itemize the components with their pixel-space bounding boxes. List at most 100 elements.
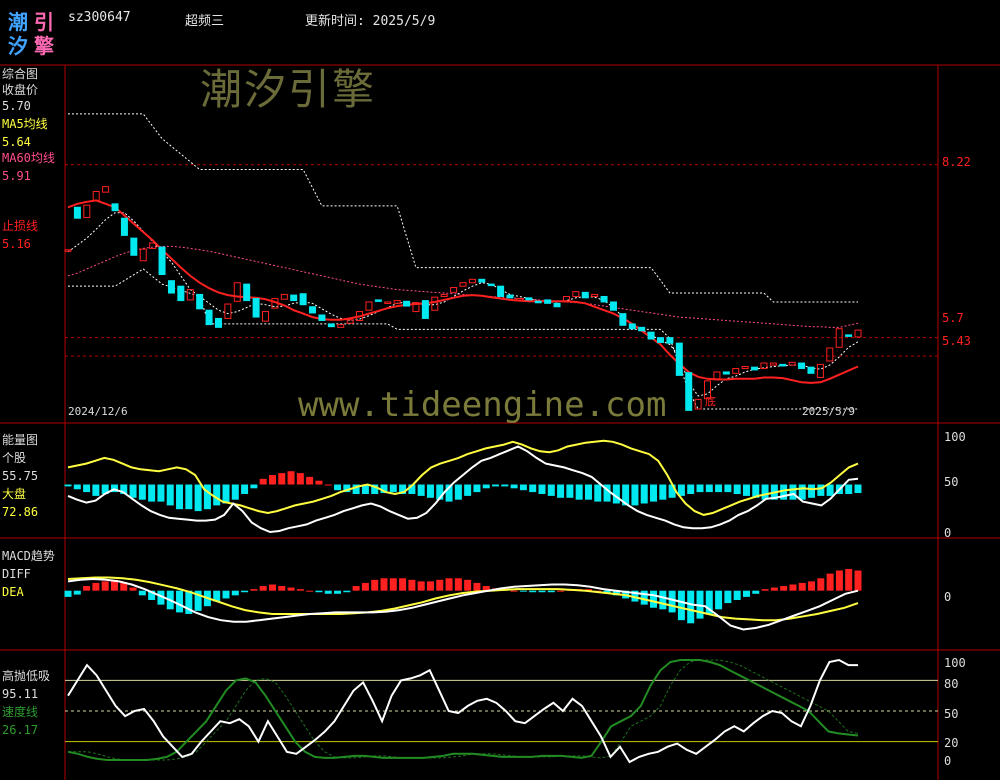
- logo-char: 擎: [34, 34, 54, 58]
- stock-symbol: sz300647: [68, 10, 131, 25]
- macd-bar: [761, 589, 769, 591]
- watermark-cn: 潮汐引擎: [200, 65, 377, 114]
- candle: [741, 365, 749, 370]
- candle: [73, 206, 81, 219]
- macd-bar: [389, 578, 397, 591]
- energy-bar: [547, 484, 555, 496]
- energy-bar: [426, 484, 434, 498]
- energy-bar: [724, 484, 732, 493]
- macd-bar: [519, 590, 527, 592]
- macd-bar: [464, 579, 472, 591]
- candle: [534, 300, 542, 304]
- candle: [798, 362, 806, 370]
- energy-bar: [268, 475, 276, 485]
- macd-bar: [371, 579, 379, 591]
- date-start: 2024/12/6: [68, 405, 128, 418]
- market-label: 大盘: [2, 487, 27, 501]
- macd-bar: [408, 579, 416, 591]
- candle: [374, 299, 382, 302]
- candle: [591, 293, 599, 297]
- candle: [478, 278, 486, 283]
- candle: [130, 237, 138, 256]
- osc-title: 高抛低吸: [2, 669, 51, 683]
- candle: [675, 342, 683, 376]
- energy-bar: [826, 484, 834, 496]
- candle: [365, 301, 373, 311]
- energy-bar: [854, 484, 862, 494]
- macd-bar: [138, 590, 146, 596]
- macd-bar: [798, 582, 806, 591]
- osc-tick: 80: [944, 677, 959, 691]
- candle: [92, 190, 100, 201]
- macd-bar: [817, 578, 825, 591]
- macd-bar: [250, 589, 258, 591]
- candle: [290, 294, 298, 302]
- macd-bar: [538, 590, 546, 593]
- macd-bar: [770, 587, 778, 591]
- energy-bar: [473, 484, 481, 493]
- candle: [506, 294, 514, 299]
- candle: [403, 300, 411, 307]
- energy-bar: [808, 484, 816, 498]
- stock-value: 55.75: [2, 469, 39, 483]
- energy-tick: 100: [944, 430, 966, 444]
- energy-bar: [157, 484, 165, 502]
- macd-bar: [361, 582, 369, 591]
- energy-bar: [510, 484, 518, 489]
- stop-label: 止损线: [2, 219, 39, 233]
- macd-bar: [752, 590, 760, 594]
- candle: [111, 203, 119, 212]
- candle: [544, 299, 552, 304]
- candle: [243, 283, 251, 302]
- macd-bar: [808, 581, 816, 591]
- macd-bar: [343, 590, 351, 593]
- macd-bar: [334, 590, 342, 594]
- energy-bar: [287, 471, 295, 485]
- stock-label: 个股: [2, 451, 27, 465]
- macd-bar: [436, 579, 444, 591]
- energy-bar: [519, 484, 527, 491]
- energy-bar: [584, 484, 592, 500]
- macd-bar: [650, 590, 658, 608]
- macd-bar: [854, 570, 862, 591]
- candle: [600, 295, 608, 303]
- candle: [186, 289, 194, 301]
- energy-bar: [176, 484, 184, 510]
- energy-bar: [278, 473, 286, 485]
- candle: [647, 331, 655, 340]
- candle: [854, 329, 862, 338]
- energy-bar: [454, 484, 462, 500]
- stop-value: 5.16: [2, 237, 31, 251]
- macd-bar: [835, 570, 843, 591]
- candle: [440, 293, 448, 297]
- macd-bar: [73, 590, 81, 595]
- energy-bar: [185, 484, 193, 510]
- macd-bar: [64, 590, 72, 597]
- close-value: 5.70: [2, 99, 31, 113]
- macd-bar: [445, 578, 453, 591]
- macd-bar: [287, 587, 295, 591]
- macd-bar: [417, 581, 425, 591]
- energy-bar: [798, 484, 806, 500]
- macd-bar: [296, 589, 304, 591]
- energy-bar: [129, 484, 137, 498]
- candle: [421, 300, 429, 319]
- energy-panel: [64, 439, 862, 534]
- energy-bar: [241, 484, 249, 494]
- energy-bar: [92, 484, 100, 496]
- update-time: 更新时间: 2025/5/9: [305, 14, 436, 29]
- macd-bar: [659, 590, 667, 610]
- osc-tick: 50: [944, 707, 959, 721]
- speed-value: 26.17: [2, 723, 39, 737]
- candle: [685, 372, 693, 411]
- diff-label: DIFF: [2, 567, 31, 581]
- energy-bar: [250, 484, 258, 489]
- macd-bar: [129, 587, 137, 591]
- macd-bar: [278, 586, 286, 591]
- candle: [139, 248, 147, 262]
- candle: [102, 186, 110, 193]
- energy-bar: [482, 484, 490, 489]
- indicator-name: 超频三: [185, 14, 225, 29]
- energy-bar: [538, 484, 546, 494]
- candle: [788, 361, 796, 366]
